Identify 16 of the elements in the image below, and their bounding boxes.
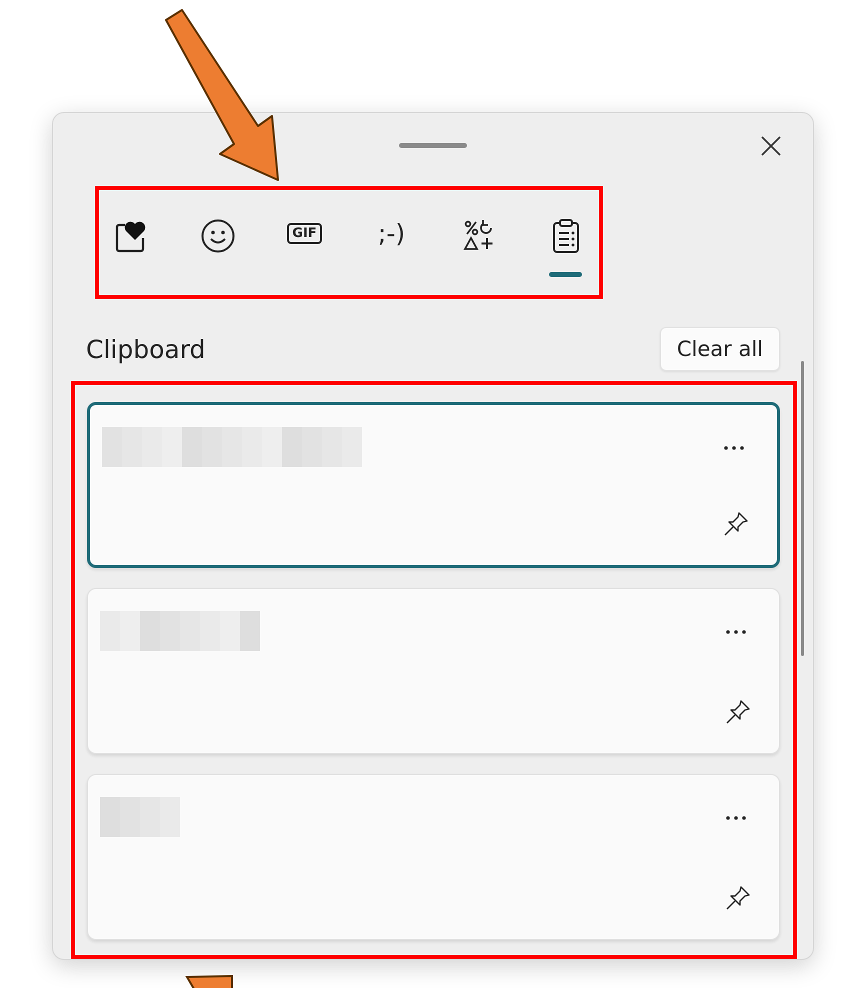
section-title: Clipboard [86,334,206,364]
smiley-icon [200,218,236,254]
more-icon[interactable] [723,445,745,451]
scrollbar[interactable] [801,361,804,656]
tab[interactable]: ;-) [348,213,435,273]
more-icon[interactable] [725,815,747,821]
close-icon[interactable] [760,135,782,157]
drag-handle[interactable] [399,143,467,148]
clear-all-button[interactable]: Clear all [660,327,780,371]
more-icon[interactable] [725,629,747,635]
arrow [184,975,235,988]
pin-icon[interactable] [725,699,751,725]
clipboard-item[interactable] [87,402,780,568]
tab[interactable]: GIF [261,213,348,273]
pin-icon[interactable] [723,511,749,537]
pin-icon[interactable] [725,885,751,911]
